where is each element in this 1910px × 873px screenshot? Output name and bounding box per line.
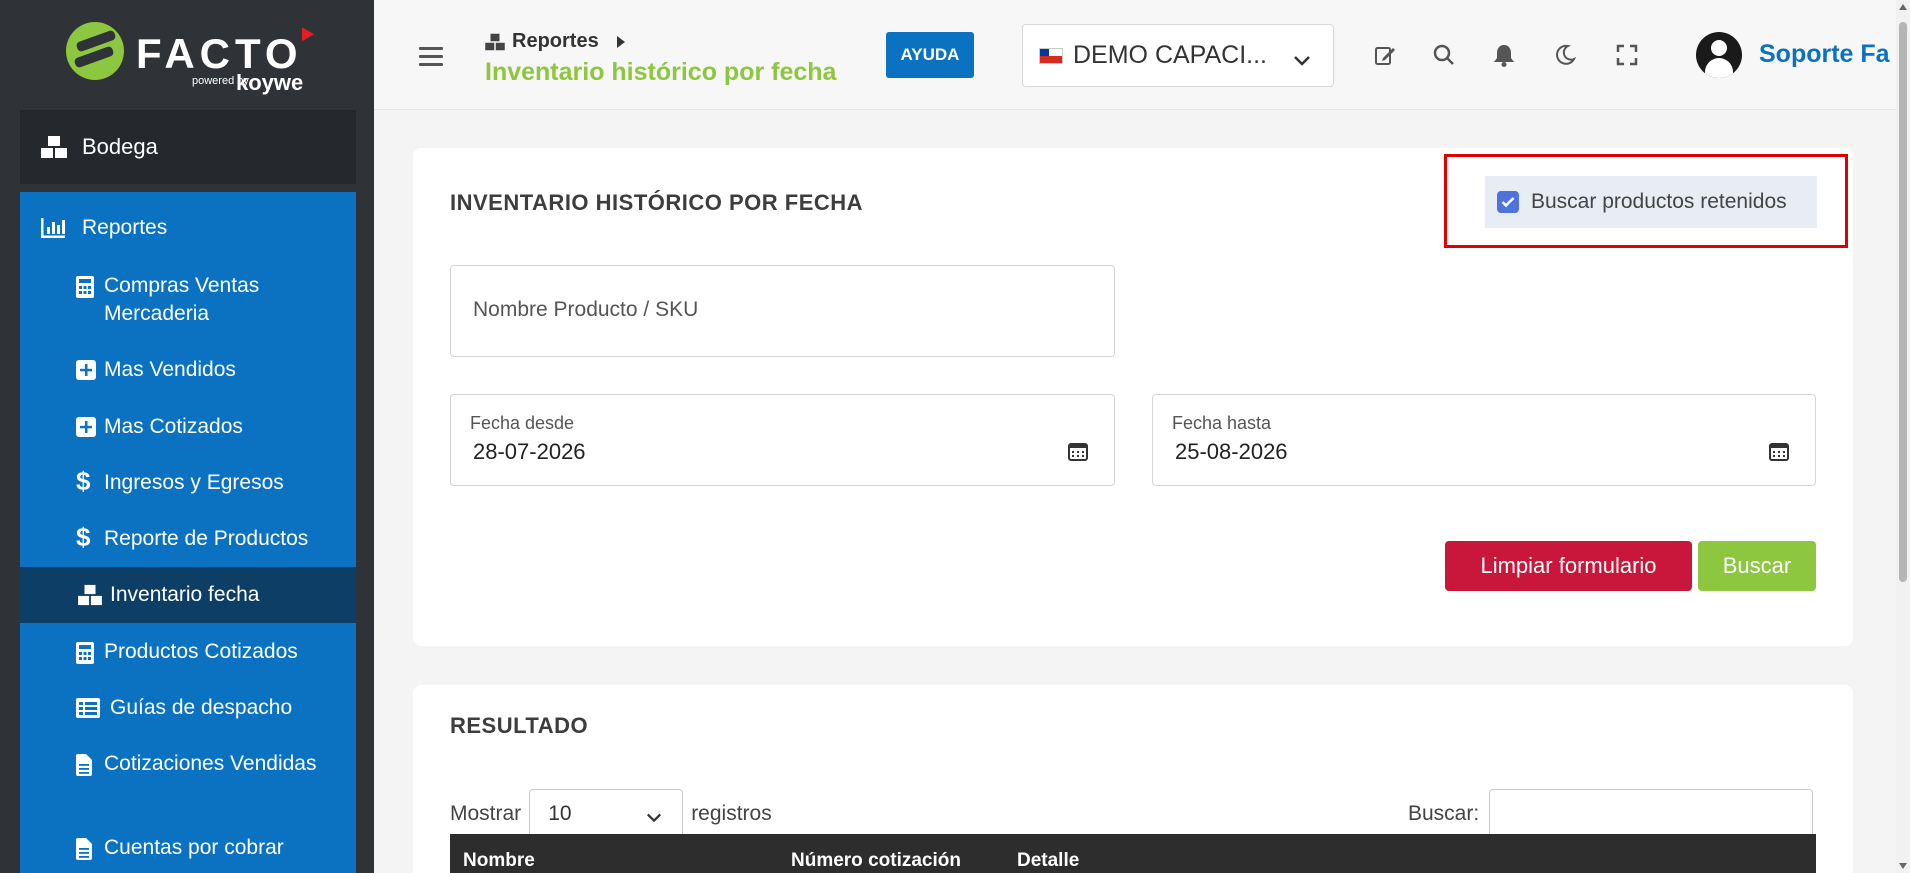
boxes-icon (484, 33, 506, 51)
page-size-value: 10 (548, 802, 572, 825)
table-search: Buscar: (1408, 789, 1814, 839)
file-icon (76, 838, 100, 860)
user-avatar[interactable] (1696, 32, 1742, 78)
sidebar-item-inventario-fecha[interactable]: Inventario fecha (20, 567, 356, 623)
chevron-down-icon (1293, 45, 1311, 74)
dark-mode-icon[interactable] (1552, 42, 1578, 68)
records-label: registros (691, 802, 772, 825)
edit-document-icon[interactable] (1372, 42, 1398, 68)
fullscreen-icon[interactable] (1614, 42, 1640, 68)
user-name[interactable]: Soporte Fa (1759, 40, 1896, 69)
sidebar-section-reportes[interactable]: Reportes (40, 216, 167, 240)
page-scrollbar[interactable] (1896, 0, 1910, 873)
search-form-card: INVENTARIO HISTÓRICO POR FECHA Buscar pr… (413, 148, 1853, 646)
page-size-select[interactable]: 10 (529, 789, 684, 839)
company-selector[interactable]: DEMO CAPACI... (1022, 24, 1334, 87)
date-from-value: 28-07-2026 (473, 439, 586, 464)
store-selector[interactable]: Bodega (20, 110, 356, 184)
menu-toggle-icon[interactable] (419, 47, 443, 67)
results-card: RESULTADO Mostrar 10 registros Buscar: N… (413, 685, 1853, 873)
checkbox-checked-icon[interactable] (1497, 191, 1519, 213)
sidebar: FACTO powered by koywe Bodega Reportes C… (0, 0, 374, 873)
date-from-field[interactable]: Fecha desde 28-07-2026 (450, 394, 1115, 486)
sidebar-item-mas-vendidos[interactable]: Mas Vendidos (20, 356, 356, 384)
list-icon (76, 698, 106, 718)
sidebar-section-label: Reportes (82, 216, 168, 239)
scroll-up-arrow-icon[interactable] (1899, 4, 1907, 10)
search-button[interactable]: Buscar (1698, 541, 1816, 591)
column-header-nombre[interactable]: Nombre (463, 850, 535, 872)
sidebar-item-cuentas-cobrar[interactable]: Cuentas por cobrar (20, 834, 356, 862)
dollar-icon: $ (76, 466, 91, 496)
boxes-icon (76, 584, 106, 606)
sidebar-item-label: Mas Vendidos (104, 358, 236, 381)
sidebar-item-compras-ventas[interactable]: Compras Ventas Mercaderia (20, 272, 356, 328)
retained-products-label: Buscar productos retenidos (1531, 190, 1787, 213)
top-bar: Reportes Inventario histórico por fecha … (374, 0, 1896, 110)
table-header: Nombre Número cotización Detalle (450, 834, 1816, 873)
form-title: INVENTARIO HISTÓRICO POR FECHA (450, 190, 864, 215)
sidebar-item-guias-despacho[interactable]: Guías de despacho (20, 694, 356, 722)
calculator-icon (76, 642, 100, 664)
sidebar-item-label: Productos Cotizados (104, 640, 298, 663)
bar-chart-icon (40, 217, 70, 239)
calendar-icon[interactable] (1068, 441, 1088, 466)
plus-square-icon (76, 417, 100, 437)
column-header-detalle[interactable]: Detalle (1017, 850, 1079, 872)
product-search-input[interactable]: Nombre Producto / SKU (450, 265, 1115, 357)
retained-products-checkbox[interactable]: Buscar productos retenidos (1485, 176, 1817, 228)
date-to-label: Fecha hasta (1172, 413, 1272, 433)
scrollbar-thumb[interactable] (1899, 22, 1907, 582)
company-name: DEMO CAPACI... (1073, 41, 1268, 69)
calculator-icon (76, 276, 100, 298)
date-to-value: 25-08-2026 (1175, 439, 1288, 464)
sidebar-item-label: Cotizaciones Vendidas (104, 752, 317, 775)
sidebar-item-label: Ingresos y Egresos (104, 471, 284, 494)
chile-flag-icon (1039, 47, 1063, 64)
show-label: Mostrar (450, 802, 522, 825)
date-to-field[interactable]: Fecha hasta 25-08-2026 (1152, 394, 1816, 486)
sidebar-item-cotizaciones-vendidas[interactable]: Cotizaciones Vendidas (20, 750, 356, 778)
sidebar-item-label: Compras Ventas Mercaderia (104, 274, 260, 325)
dollar-icon: $ (76, 522, 91, 552)
sidebar-menu: Reportes Compras Ventas Mercaderia Mas V… (20, 192, 356, 873)
facto-logo[interactable]: FACTO powered by koywe (66, 20, 315, 98)
breadcrumb-link[interactable]: Reportes (512, 30, 599, 53)
file-icon (76, 754, 100, 776)
calendar-icon[interactable] (1769, 441, 1789, 466)
boxes-icon (40, 134, 70, 160)
sidebar-item-label: Guías de despacho (110, 696, 293, 719)
sidebar-item-mas-cotizados[interactable]: Mas Cotizados (20, 413, 356, 441)
sidebar-item-label: Inventario fecha (110, 583, 260, 606)
results-title: RESULTADO (450, 713, 589, 738)
breadcrumb: Reportes (484, 30, 625, 53)
store-label: Bodega (82, 134, 158, 159)
bell-icon[interactable] (1491, 42, 1517, 68)
facto-logo-mark-icon (66, 22, 124, 80)
date-from-label: Fecha desde (470, 413, 575, 433)
scroll-down-arrow-icon[interactable] (1899, 863, 1907, 869)
sidebar-item-label: Mas Cotizados (104, 415, 243, 438)
help-button[interactable]: AYUDA (886, 32, 974, 78)
plus-square-icon (76, 360, 100, 380)
sidebar-item-productos-cotizados[interactable]: Productos Cotizados (20, 638, 356, 666)
column-header-numero-cotizacion[interactable]: Número cotización (791, 850, 961, 872)
sidebar-item-ingresos-egresos[interactable]: $ Ingresos y Egresos (20, 466, 356, 497)
chevron-down-icon (646, 806, 662, 830)
sidebar-item-label: Reporte de Productos (104, 527, 309, 550)
page-size-control: Mostrar 10 registros (450, 789, 772, 839)
clear-form-button[interactable]: Limpiar formulario (1445, 541, 1692, 591)
table-search-input[interactable] (1489, 789, 1814, 839)
table-search-label: Buscar: (1408, 802, 1480, 825)
sidebar-item-label: Cuentas por cobrar (104, 836, 284, 859)
caret-right-icon (616, 35, 625, 48)
sidebar-item-reporte-productos[interactable]: $ Reporte de Productos (20, 522, 356, 553)
page-title: Inventario histórico por fecha (485, 58, 837, 86)
search-icon[interactable] (1431, 42, 1457, 68)
product-search-placeholder: Nombre Producto / SKU (473, 298, 699, 321)
logo-partner: koywe (236, 70, 304, 95)
